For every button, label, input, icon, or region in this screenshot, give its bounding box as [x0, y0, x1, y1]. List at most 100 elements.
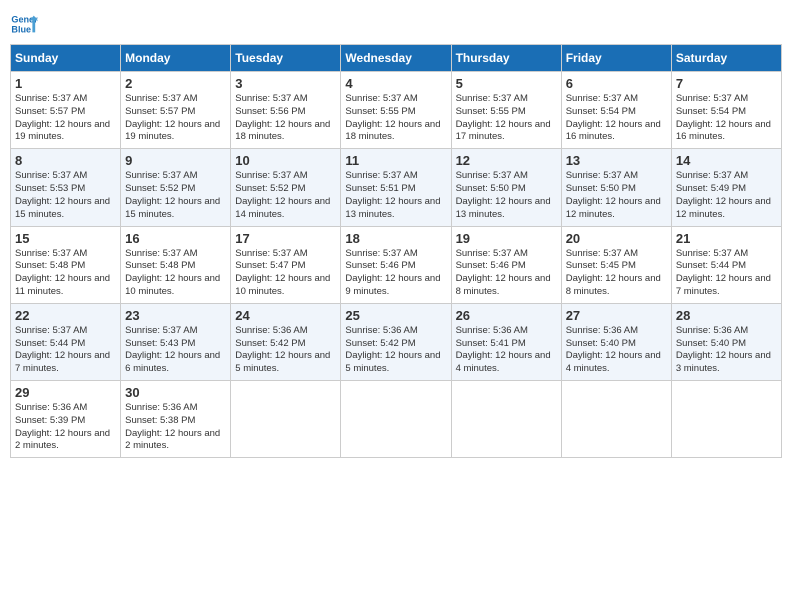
calendar-cell: 1 Sunrise: 5:37 AM Sunset: 5:57 PM Dayli… [11, 72, 121, 149]
day-info: Sunrise: 5:37 AM Sunset: 5:57 PM Dayligh… [15, 93, 116, 144]
calendar-cell: 11 Sunrise: 5:37 AM Sunset: 5:51 PM Dayl… [341, 149, 451, 226]
calendar-cell: 16 Sunrise: 5:37 AM Sunset: 5:48 PM Dayl… [121, 226, 231, 303]
day-info: Sunrise: 5:37 AM Sunset: 5:49 PM Dayligh… [676, 170, 777, 221]
col-header-tuesday: Tuesday [231, 45, 341, 72]
day-info: Sunrise: 5:37 AM Sunset: 5:54 PM Dayligh… [566, 93, 667, 144]
calendar-cell [671, 381, 781, 458]
calendar-week-1: 1 Sunrise: 5:37 AM Sunset: 5:57 PM Dayli… [11, 72, 782, 149]
day-number: 6 [566, 76, 667, 91]
calendar-cell: 17 Sunrise: 5:37 AM Sunset: 5:47 PM Dayl… [231, 226, 341, 303]
day-info: Sunrise: 5:36 AM Sunset: 5:41 PM Dayligh… [456, 325, 557, 376]
col-header-friday: Friday [561, 45, 671, 72]
day-number: 13 [566, 153, 667, 168]
day-info: Sunrise: 5:37 AM Sunset: 5:52 PM Dayligh… [125, 170, 226, 221]
day-info: Sunrise: 5:37 AM Sunset: 5:54 PM Dayligh… [676, 93, 777, 144]
day-info: Sunrise: 5:36 AM Sunset: 5:40 PM Dayligh… [676, 325, 777, 376]
day-number: 5 [456, 76, 557, 91]
day-number: 23 [125, 308, 226, 323]
calendar-cell: 18 Sunrise: 5:37 AM Sunset: 5:46 PM Dayl… [341, 226, 451, 303]
calendar-cell: 9 Sunrise: 5:37 AM Sunset: 5:52 PM Dayli… [121, 149, 231, 226]
day-number: 17 [235, 231, 336, 246]
calendar-cell [231, 381, 341, 458]
calendar-week-5: 29 Sunrise: 5:36 AM Sunset: 5:39 PM Dayl… [11, 381, 782, 458]
logo-icon: General Blue [10, 10, 38, 38]
calendar-cell [451, 381, 561, 458]
page-header: General Blue [10, 10, 782, 38]
day-info: Sunrise: 5:36 AM Sunset: 5:39 PM Dayligh… [15, 402, 116, 453]
day-number: 4 [345, 76, 446, 91]
day-info: Sunrise: 5:37 AM Sunset: 5:44 PM Dayligh… [15, 325, 116, 376]
day-info: Sunrise: 5:37 AM Sunset: 5:45 PM Dayligh… [566, 248, 667, 299]
calendar-cell: 19 Sunrise: 5:37 AM Sunset: 5:46 PM Dayl… [451, 226, 561, 303]
calendar-cell: 25 Sunrise: 5:36 AM Sunset: 5:42 PM Dayl… [341, 303, 451, 380]
logo: General Blue [10, 10, 38, 38]
calendar-cell: 14 Sunrise: 5:37 AM Sunset: 5:49 PM Dayl… [671, 149, 781, 226]
calendar-cell: 20 Sunrise: 5:37 AM Sunset: 5:45 PM Dayl… [561, 226, 671, 303]
calendar-header-row: SundayMondayTuesdayWednesdayThursdayFrid… [11, 45, 782, 72]
day-number: 1 [15, 76, 116, 91]
day-info: Sunrise: 5:37 AM Sunset: 5:47 PM Dayligh… [235, 248, 336, 299]
day-info: Sunrise: 5:37 AM Sunset: 5:51 PM Dayligh… [345, 170, 446, 221]
calendar-cell: 29 Sunrise: 5:36 AM Sunset: 5:39 PM Dayl… [11, 381, 121, 458]
day-number: 14 [676, 153, 777, 168]
day-number: 11 [345, 153, 446, 168]
day-number: 20 [566, 231, 667, 246]
day-number: 28 [676, 308, 777, 323]
day-number: 22 [15, 308, 116, 323]
calendar-cell: 2 Sunrise: 5:37 AM Sunset: 5:57 PM Dayli… [121, 72, 231, 149]
day-number: 25 [345, 308, 446, 323]
calendar-cell: 5 Sunrise: 5:37 AM Sunset: 5:55 PM Dayli… [451, 72, 561, 149]
day-info: Sunrise: 5:37 AM Sunset: 5:50 PM Dayligh… [566, 170, 667, 221]
day-number: 8 [15, 153, 116, 168]
day-info: Sunrise: 5:37 AM Sunset: 5:56 PM Dayligh… [235, 93, 336, 144]
day-number: 16 [125, 231, 226, 246]
day-info: Sunrise: 5:36 AM Sunset: 5:38 PM Dayligh… [125, 402, 226, 453]
col-header-monday: Monday [121, 45, 231, 72]
day-number: 29 [15, 385, 116, 400]
day-number: 30 [125, 385, 226, 400]
day-number: 2 [125, 76, 226, 91]
calendar-cell: 22 Sunrise: 5:37 AM Sunset: 5:44 PM Dayl… [11, 303, 121, 380]
day-info: Sunrise: 5:37 AM Sunset: 5:55 PM Dayligh… [345, 93, 446, 144]
calendar-cell [341, 381, 451, 458]
col-header-wednesday: Wednesday [341, 45, 451, 72]
calendar-cell: 21 Sunrise: 5:37 AM Sunset: 5:44 PM Dayl… [671, 226, 781, 303]
day-info: Sunrise: 5:37 AM Sunset: 5:52 PM Dayligh… [235, 170, 336, 221]
day-info: Sunrise: 5:36 AM Sunset: 5:42 PM Dayligh… [235, 325, 336, 376]
calendar-cell: 12 Sunrise: 5:37 AM Sunset: 5:50 PM Dayl… [451, 149, 561, 226]
calendar-cell: 30 Sunrise: 5:36 AM Sunset: 5:38 PM Dayl… [121, 381, 231, 458]
calendar-cell: 3 Sunrise: 5:37 AM Sunset: 5:56 PM Dayli… [231, 72, 341, 149]
day-number: 26 [456, 308, 557, 323]
day-info: Sunrise: 5:37 AM Sunset: 5:55 PM Dayligh… [456, 93, 557, 144]
day-number: 21 [676, 231, 777, 246]
calendar-cell: 8 Sunrise: 5:37 AM Sunset: 5:53 PM Dayli… [11, 149, 121, 226]
day-number: 18 [345, 231, 446, 246]
day-info: Sunrise: 5:37 AM Sunset: 5:57 PM Dayligh… [125, 93, 226, 144]
calendar-cell: 26 Sunrise: 5:36 AM Sunset: 5:41 PM Dayl… [451, 303, 561, 380]
day-number: 3 [235, 76, 336, 91]
day-info: Sunrise: 5:37 AM Sunset: 5:46 PM Dayligh… [456, 248, 557, 299]
calendar-cell: 10 Sunrise: 5:37 AM Sunset: 5:52 PM Dayl… [231, 149, 341, 226]
day-info: Sunrise: 5:37 AM Sunset: 5:43 PM Dayligh… [125, 325, 226, 376]
calendar-cell: 23 Sunrise: 5:37 AM Sunset: 5:43 PM Dayl… [121, 303, 231, 380]
day-number: 27 [566, 308, 667, 323]
svg-text:Blue: Blue [11, 24, 31, 34]
calendar-cell: 15 Sunrise: 5:37 AM Sunset: 5:48 PM Dayl… [11, 226, 121, 303]
day-info: Sunrise: 5:36 AM Sunset: 5:42 PM Dayligh… [345, 325, 446, 376]
day-number: 7 [676, 76, 777, 91]
calendar-week-3: 15 Sunrise: 5:37 AM Sunset: 5:48 PM Dayl… [11, 226, 782, 303]
day-info: Sunrise: 5:37 AM Sunset: 5:48 PM Dayligh… [125, 248, 226, 299]
day-info: Sunrise: 5:37 AM Sunset: 5:50 PM Dayligh… [456, 170, 557, 221]
calendar-cell: 13 Sunrise: 5:37 AM Sunset: 5:50 PM Dayl… [561, 149, 671, 226]
day-number: 24 [235, 308, 336, 323]
calendar-cell: 24 Sunrise: 5:36 AM Sunset: 5:42 PM Dayl… [231, 303, 341, 380]
day-info: Sunrise: 5:37 AM Sunset: 5:53 PM Dayligh… [15, 170, 116, 221]
calendar-cell [561, 381, 671, 458]
col-header-thursday: Thursday [451, 45, 561, 72]
day-number: 12 [456, 153, 557, 168]
calendar-cell: 6 Sunrise: 5:37 AM Sunset: 5:54 PM Dayli… [561, 72, 671, 149]
day-info: Sunrise: 5:37 AM Sunset: 5:48 PM Dayligh… [15, 248, 116, 299]
day-number: 10 [235, 153, 336, 168]
day-number: 15 [15, 231, 116, 246]
calendar-table: SundayMondayTuesdayWednesdayThursdayFrid… [10, 44, 782, 458]
